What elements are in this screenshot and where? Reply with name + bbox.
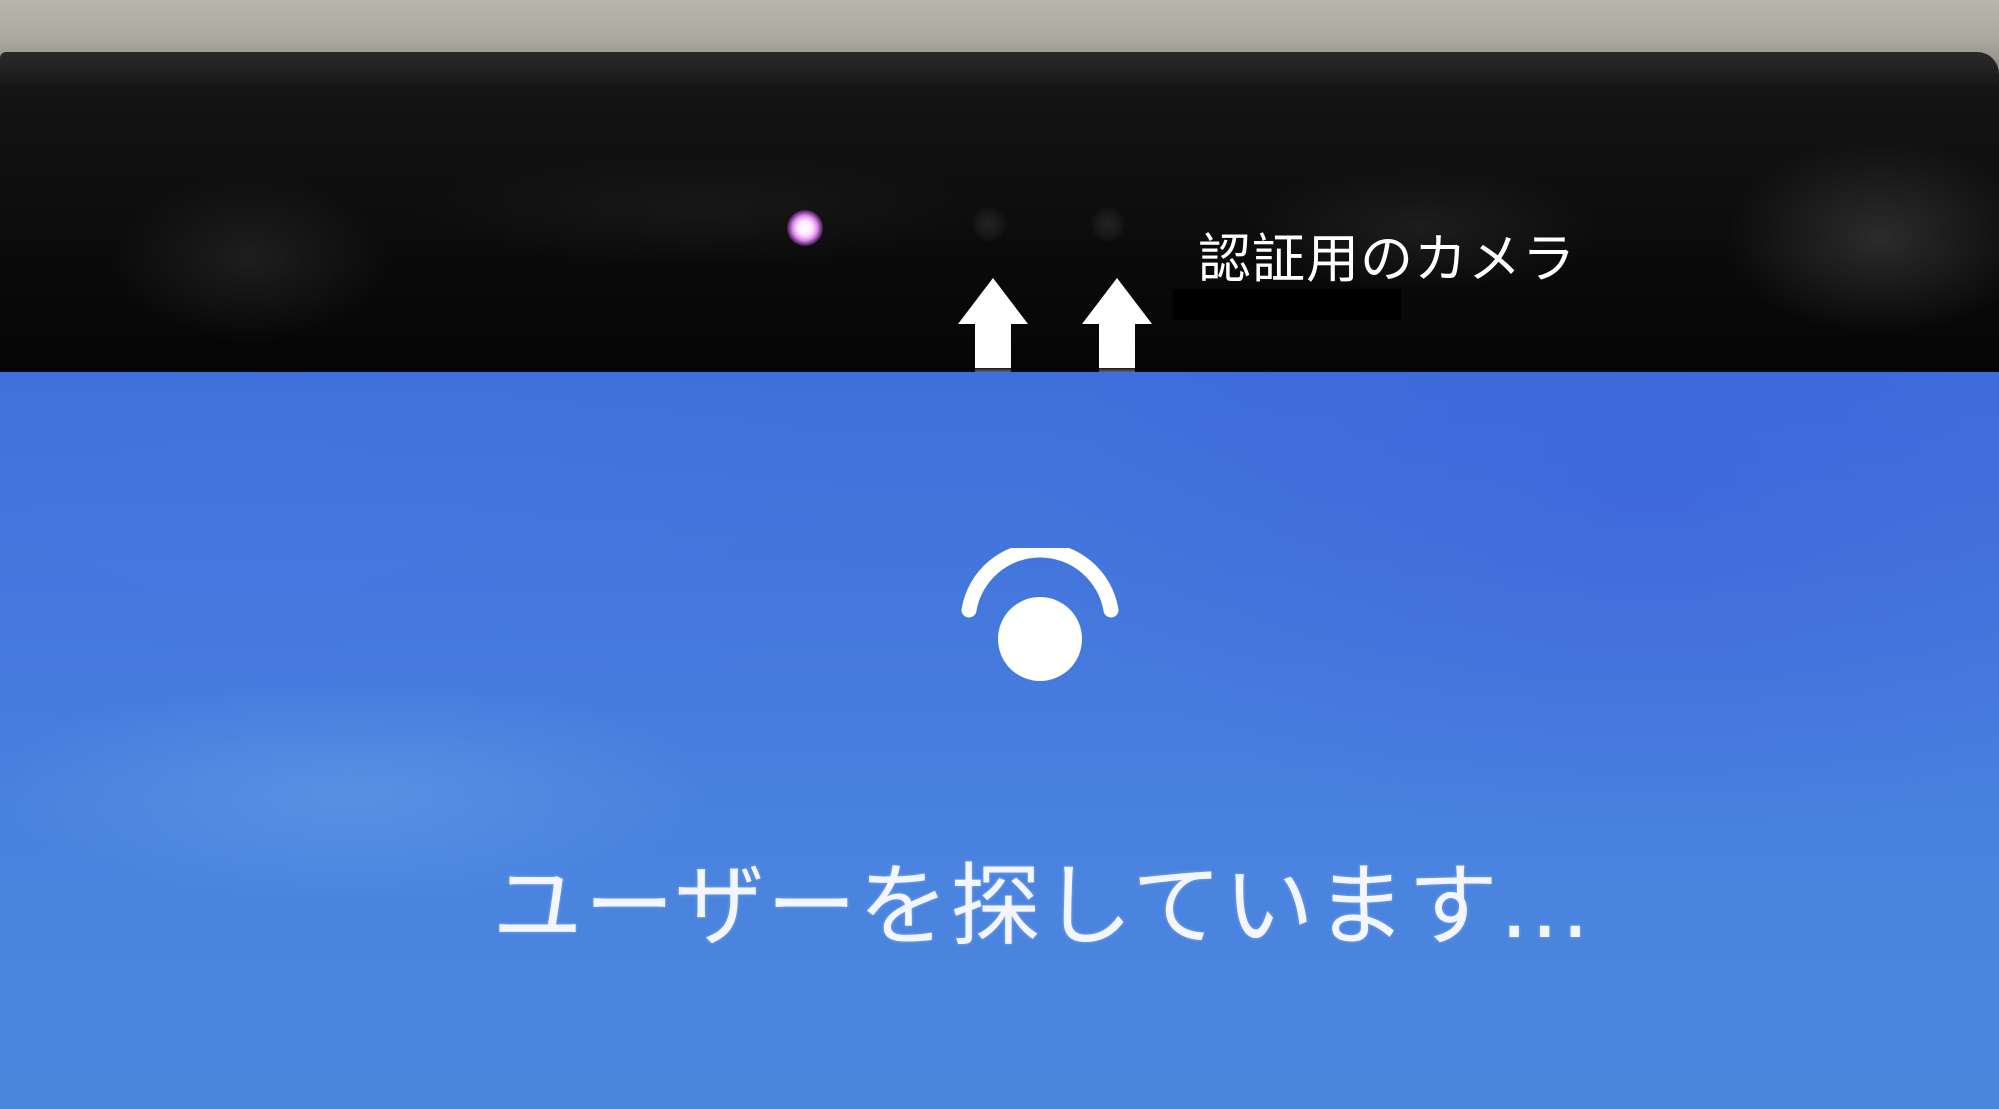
arrow-up-icon — [958, 278, 1028, 374]
face-recognition-icon — [961, 548, 1119, 681]
caption-background — [1173, 289, 1401, 320]
arrow-up-icon — [1082, 278, 1152, 374]
laptop-bezel-frame — [0, 52, 1999, 92]
photo: 認証用のカメラ ユーザーを探しています... — [0, 0, 1999, 1109]
camera-lens-left — [972, 207, 1006, 241]
status-text: ユーザーを探しています... — [492, 854, 1592, 959]
camera-caption: 認証用のカメラ — [1198, 229, 1576, 290]
infrared-light — [787, 210, 823, 246]
lock-screen — [0, 372, 1999, 1109]
camera-lens-right — [1091, 207, 1125, 241]
